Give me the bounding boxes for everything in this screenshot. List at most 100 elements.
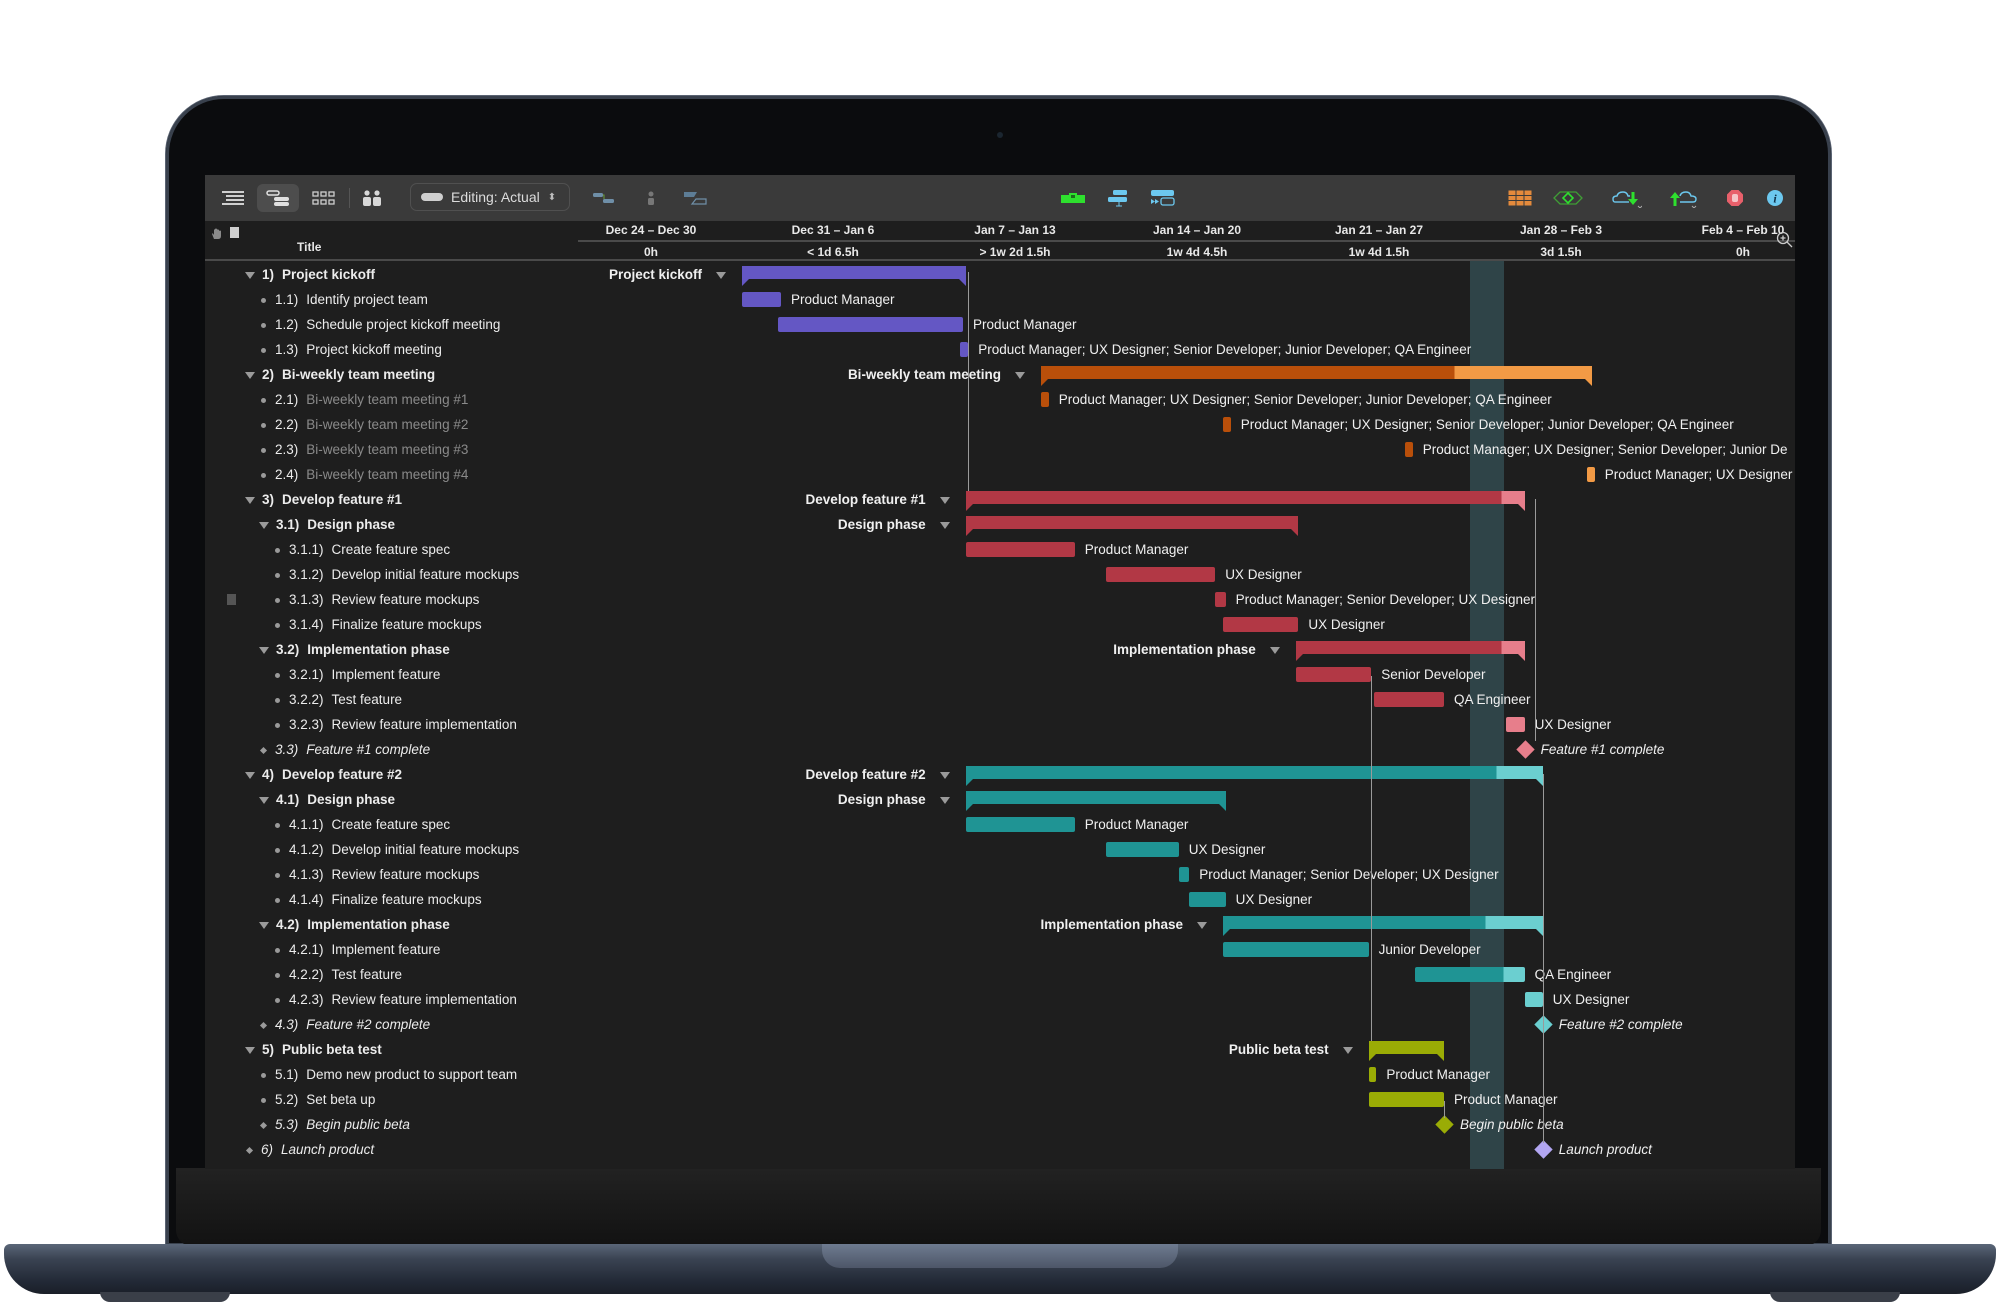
outline-row[interactable]: 4.1) Design phase	[259, 787, 395, 812]
collapse-triangle-icon[interactable]	[716, 272, 726, 279]
outline-row[interactable]: 4) Develop feature #2	[245, 762, 402, 787]
milestone-diamond[interactable]	[1435, 1115, 1454, 1134]
task-bar[interactable]	[1223, 617, 1299, 632]
disclosure-triangle-icon[interactable]	[259, 521, 269, 529]
summary-bar[interactable]	[965, 516, 1299, 536]
cloud-upload-icon[interactable]	[1665, 184, 1701, 212]
task-bar[interactable]	[1524, 992, 1543, 1007]
milestone-diamond[interactable]	[1515, 740, 1535, 759]
split-task-icon[interactable]	[680, 184, 710, 212]
outline-row[interactable]: 4.2) Implementation phase	[259, 912, 450, 937]
outline-row[interactable]: 1) Project kickoff	[245, 262, 375, 287]
task-bar[interactable]	[1189, 892, 1226, 907]
task-bar[interactable]	[1506, 717, 1525, 732]
task-bar[interactable]	[1223, 417, 1231, 432]
task-bar[interactable]	[778, 317, 963, 332]
disclosure-triangle-icon[interactable]	[259, 921, 269, 929]
outline-row[interactable]: 3.2.2) Test feature	[275, 687, 402, 712]
collapse-triangle-icon[interactable]	[939, 497, 950, 504]
outline-row[interactable]: 2.3) Bi-weekly team meeting #3	[261, 437, 468, 462]
outline-row[interactable]: 4.3) Feature #2 complete	[259, 1012, 430, 1037]
outline-row[interactable]: 5.2) Set beta up	[261, 1087, 375, 1112]
resources-view-icon[interactable]	[357, 184, 387, 212]
outline-row[interactable]: 4.1.4) Finalize feature mockups	[275, 887, 482, 912]
disclosure-triangle-icon[interactable]	[245, 371, 255, 379]
outline-row[interactable]: 3.2.1) Implement feature	[275, 662, 440, 687]
collapse-triangle-icon[interactable]	[939, 797, 950, 804]
outline-row[interactable]: 3.3) Feature #1 complete	[259, 737, 430, 762]
network-view-icon[interactable]	[309, 184, 339, 212]
task-bar[interactable]	[1295, 667, 1372, 682]
task-bar[interactable]	[1405, 442, 1413, 457]
outline-row[interactable]: 4.2.3) Review feature implementation	[275, 987, 517, 1012]
outline-row[interactable]: 4.1.3) Review feature mockups	[275, 862, 479, 887]
task-bar[interactable]	[1373, 692, 1444, 707]
outline-row[interactable]: 6) Launch product	[245, 1137, 374, 1162]
summary-bar[interactable]	[965, 491, 1525, 511]
task-bar[interactable]	[742, 292, 781, 307]
task-bar[interactable]	[965, 817, 1075, 832]
collapse-triangle-icon[interactable]	[939, 522, 950, 529]
outline-row[interactable]: 4.1.1) Create feature spec	[275, 812, 450, 837]
outline-row[interactable]: 3.1.3) Review feature mockups	[275, 587, 479, 612]
assign-resource-icon[interactable]	[639, 184, 663, 212]
task-bar[interactable]	[1368, 1067, 1377, 1082]
task-bar[interactable]	[1215, 592, 1226, 607]
task-bar[interactable]	[1178, 867, 1190, 882]
outline-row[interactable]: 2.4) Bi-weekly team meeting #4	[261, 462, 468, 487]
task-bar[interactable]	[1368, 1092, 1444, 1107]
table-icon[interactable]	[1505, 184, 1535, 212]
outline-row[interactable]: 5.1) Demo new product to support team	[261, 1062, 517, 1087]
task-bar[interactable]	[1223, 942, 1369, 957]
summary-bar[interactable]	[965, 766, 1543, 786]
disclosure-triangle-icon[interactable]	[245, 271, 255, 279]
outline-row[interactable]: 5.3) Begin public beta	[259, 1112, 410, 1137]
note-column-icon[interactable]	[230, 227, 239, 238]
outline-row[interactable]: 5) Public beta test	[245, 1037, 382, 1062]
level-resources-icon[interactable]	[1057, 184, 1089, 212]
collapse-triangle-icon[interactable]	[939, 772, 950, 779]
zoom-in-icon[interactable]	[1776, 231, 1794, 254]
title-column-header[interactable]: Title	[297, 240, 321, 254]
collapse-triangle-icon[interactable]	[1015, 372, 1025, 379]
gantt-view-icon[interactable]	[257, 184, 299, 212]
outline-row[interactable]: 4.2.2) Test feature	[275, 962, 402, 987]
outline-row[interactable]: 2.1) Bi-weekly team meeting #1	[261, 387, 468, 412]
summary-bar[interactable]	[1223, 916, 1543, 936]
outline-row[interactable]: 4.2.1) Implement feature	[275, 937, 440, 962]
outline-row[interactable]: 3.1.2) Develop initial feature mockups	[275, 562, 519, 587]
summary-bar[interactable]	[965, 791, 1226, 811]
outline-row[interactable]: 1.3) Project kickoff meeting	[261, 337, 442, 362]
stop-icon[interactable]	[1721, 184, 1749, 212]
summary-bar[interactable]	[1368, 1041, 1445, 1061]
task-bar[interactable]	[1415, 967, 1525, 982]
outline-view-icon[interactable]	[219, 184, 247, 212]
outline-row[interactable]: 1.2) Schedule project kickoff meeting	[261, 312, 500, 337]
disclosure-triangle-icon[interactable]	[259, 796, 269, 804]
task-bar[interactable]	[1106, 842, 1179, 857]
task-bar[interactable]	[1106, 567, 1216, 582]
outline-row[interactable]: 3.2) Implementation phase	[259, 637, 450, 662]
milestone-diamond[interactable]	[1534, 1140, 1553, 1159]
disclosure-triangle-icon[interactable]	[245, 771, 255, 779]
info-icon[interactable]: i	[1763, 184, 1787, 212]
outline-row[interactable]: 3) Develop feature #1	[245, 487, 402, 512]
disclosure-triangle-icon[interactable]	[259, 646, 269, 654]
catch-up-icon[interactable]	[1103, 184, 1133, 212]
outline-row[interactable]: 1.1) Identify project team	[261, 287, 428, 312]
outline-row[interactable]: 2) Bi-weekly team meeting	[245, 362, 435, 387]
collapse-triangle-icon[interactable]	[1197, 922, 1207, 929]
summary-bar[interactable]	[742, 266, 966, 286]
note-icon[interactable]	[227, 594, 236, 605]
task-bar[interactable]	[960, 342, 969, 357]
hand-icon[interactable]	[211, 227, 223, 245]
connect-tasks-icon[interactable]	[589, 184, 619, 212]
milestone-view-icon[interactable]	[1551, 184, 1585, 212]
outline-row[interactable]: 2.2) Bi-weekly team meeting #2	[261, 412, 468, 437]
outline-row[interactable]: 4.1.2) Develop initial feature mockups	[275, 837, 519, 862]
summary-bar[interactable]	[1041, 366, 1593, 386]
disclosure-triangle-icon[interactable]	[245, 496, 255, 504]
task-bar[interactable]	[1587, 467, 1595, 482]
cloud-download-icon[interactable]	[1609, 184, 1645, 212]
outline-row[interactable]: 3.1.1) Create feature spec	[275, 537, 450, 562]
